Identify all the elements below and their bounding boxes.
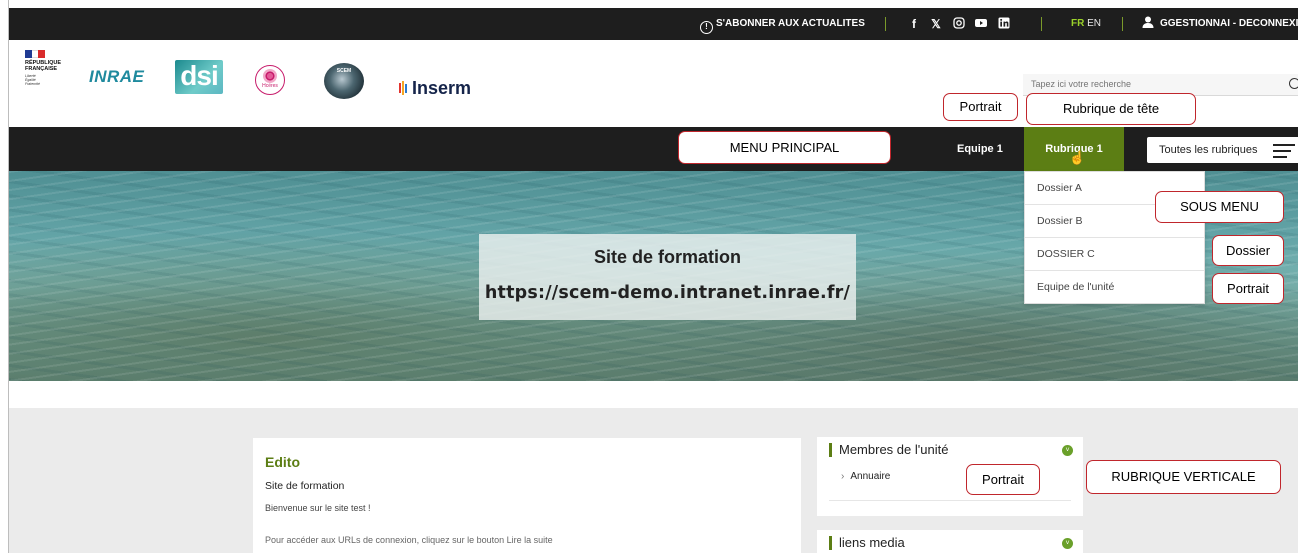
hero-title: Site de formation [593,247,741,267]
liens-media-title: liens media [829,536,1071,550]
user-logout-link[interactable]: GGESTIONNAI - DECONNEXIO [1142,8,1298,40]
callout-portrait-nav: Portrait [943,93,1018,121]
callout-dossier: Dossier [1212,235,1284,266]
flag-icon [25,50,46,58]
liens-media-card: liens media ˅ [817,530,1083,553]
lang-en[interactable]: EN [1087,18,1101,29]
hamburger-icon [1273,144,1295,162]
facebook-icon[interactable]: f [907,17,921,31]
hand-cursor-icon: ☝ [1069,150,1086,165]
edito-paragraph: Pour accéder aux URLs de connexion, cliq… [265,535,553,545]
callout-rubrique-tete: Rubrique de tête [1026,93,1196,125]
subscribe-link[interactable]: ! S'ABONNER AUX ACTUALITES [700,8,865,40]
edito-card: Edito Site de formation Bienvenue sur le… [253,438,801,553]
inserm-bars-icon [399,79,409,100]
linkedin-icon[interactable] [997,17,1011,31]
screenshot-frame: ! S'ABONNER AUX ACTUALITES f 𝕏 FR EN GGES… [0,0,1298,553]
republique-francaise-logo[interactable]: RÉPUBLIQUE FRANÇAISE Liberté Égalité Fra… [25,50,65,92]
search-icon[interactable] [1289,78,1298,89]
frame-left-edge [0,0,9,553]
hceres-label: Hcéres [262,83,278,89]
membres-card: Membres de l'unité ˅ › Annuaire [817,437,1083,516]
republique-motto: Liberté Égalité Fraternité [25,74,40,86]
submenu-item[interactable]: DOSSIER C [1025,238,1204,271]
chevron-down-icon[interactable]: ˅ [1062,445,1073,456]
hceres-logo[interactable]: Hcéres [255,65,285,95]
bell-icon: ! [700,21,713,34]
hero-card: Site de formation https://scem-demo.intr… [479,234,856,320]
lang-switch: FR EN [1071,8,1101,40]
hero-url: https://scem-demo.intranet.inrae.fr/ [484,283,851,303]
youtube-icon[interactable] [974,17,988,31]
inserm-logo[interactable]: Inserm [399,78,471,100]
subscribe-label: S'ABONNER AUX ACTUALITES [716,18,865,29]
nav-equipe[interactable]: Equipe 1 [957,127,1003,171]
tree-icon [263,69,277,83]
submenu-item[interactable]: Equipe de l'unité [1025,271,1204,304]
dsi-logo[interactable]: dsi [175,60,223,94]
callout-portrait-dd: Portrait [1212,273,1284,304]
callout-portrait-side: Portrait [966,464,1040,495]
republique-label: RÉPUBLIQUE FRANÇAISE [25,60,62,72]
callout-sous-menu: SOUS MENU [1155,191,1284,223]
callout-menu-principal: MENU PRINCIPAL [678,131,891,164]
scem-logo[interactable]: SCEM [324,63,364,99]
edito-subtitle: Site de formation [265,480,345,492]
all-sections-label: Toutes les rubriques [1159,144,1258,156]
instagram-icon[interactable] [952,17,966,31]
chevron-right-icon: › [841,471,845,482]
main-menu-bar: Equipe 1 Rubrique 1 ☝ Toutes les rubriqu… [9,127,1298,171]
annuaire-label: Annuaire [850,471,891,482]
divider [1041,17,1042,31]
divider [829,500,1071,501]
frame-top-edge [0,0,1298,8]
chevron-down-icon[interactable]: ˅ [1062,538,1073,549]
callout-rubrique-verticale: RUBRIQUE VERTICALE [1086,460,1281,494]
lang-fr[interactable]: FR [1071,18,1084,29]
all-sections-button[interactable]: Toutes les rubriques [1147,137,1298,163]
divider [885,17,886,31]
x-icon[interactable]: 𝕏 [929,17,943,31]
top-utility-bar: ! S'ABONNER AUX ACTUALITES f 𝕏 FR EN GGES… [9,8,1298,40]
nav-rubrique[interactable]: Rubrique 1 ☝ [1024,127,1124,171]
membres-title: Membres de l'unité [829,443,1071,457]
user-label: GGESTIONNAI - DECONNEXIO [1160,18,1298,29]
inrae-logo[interactable]: INRAE [89,67,144,87]
divider [1122,17,1123,31]
user-icon [1142,16,1154,28]
inserm-label: Inserm [412,78,472,98]
search-input[interactable] [1031,79,1271,89]
edito-paragraph: Bienvenue sur le site test ! [265,503,371,513]
content-spacer [9,381,1298,408]
edito-title: Edito [265,454,300,470]
